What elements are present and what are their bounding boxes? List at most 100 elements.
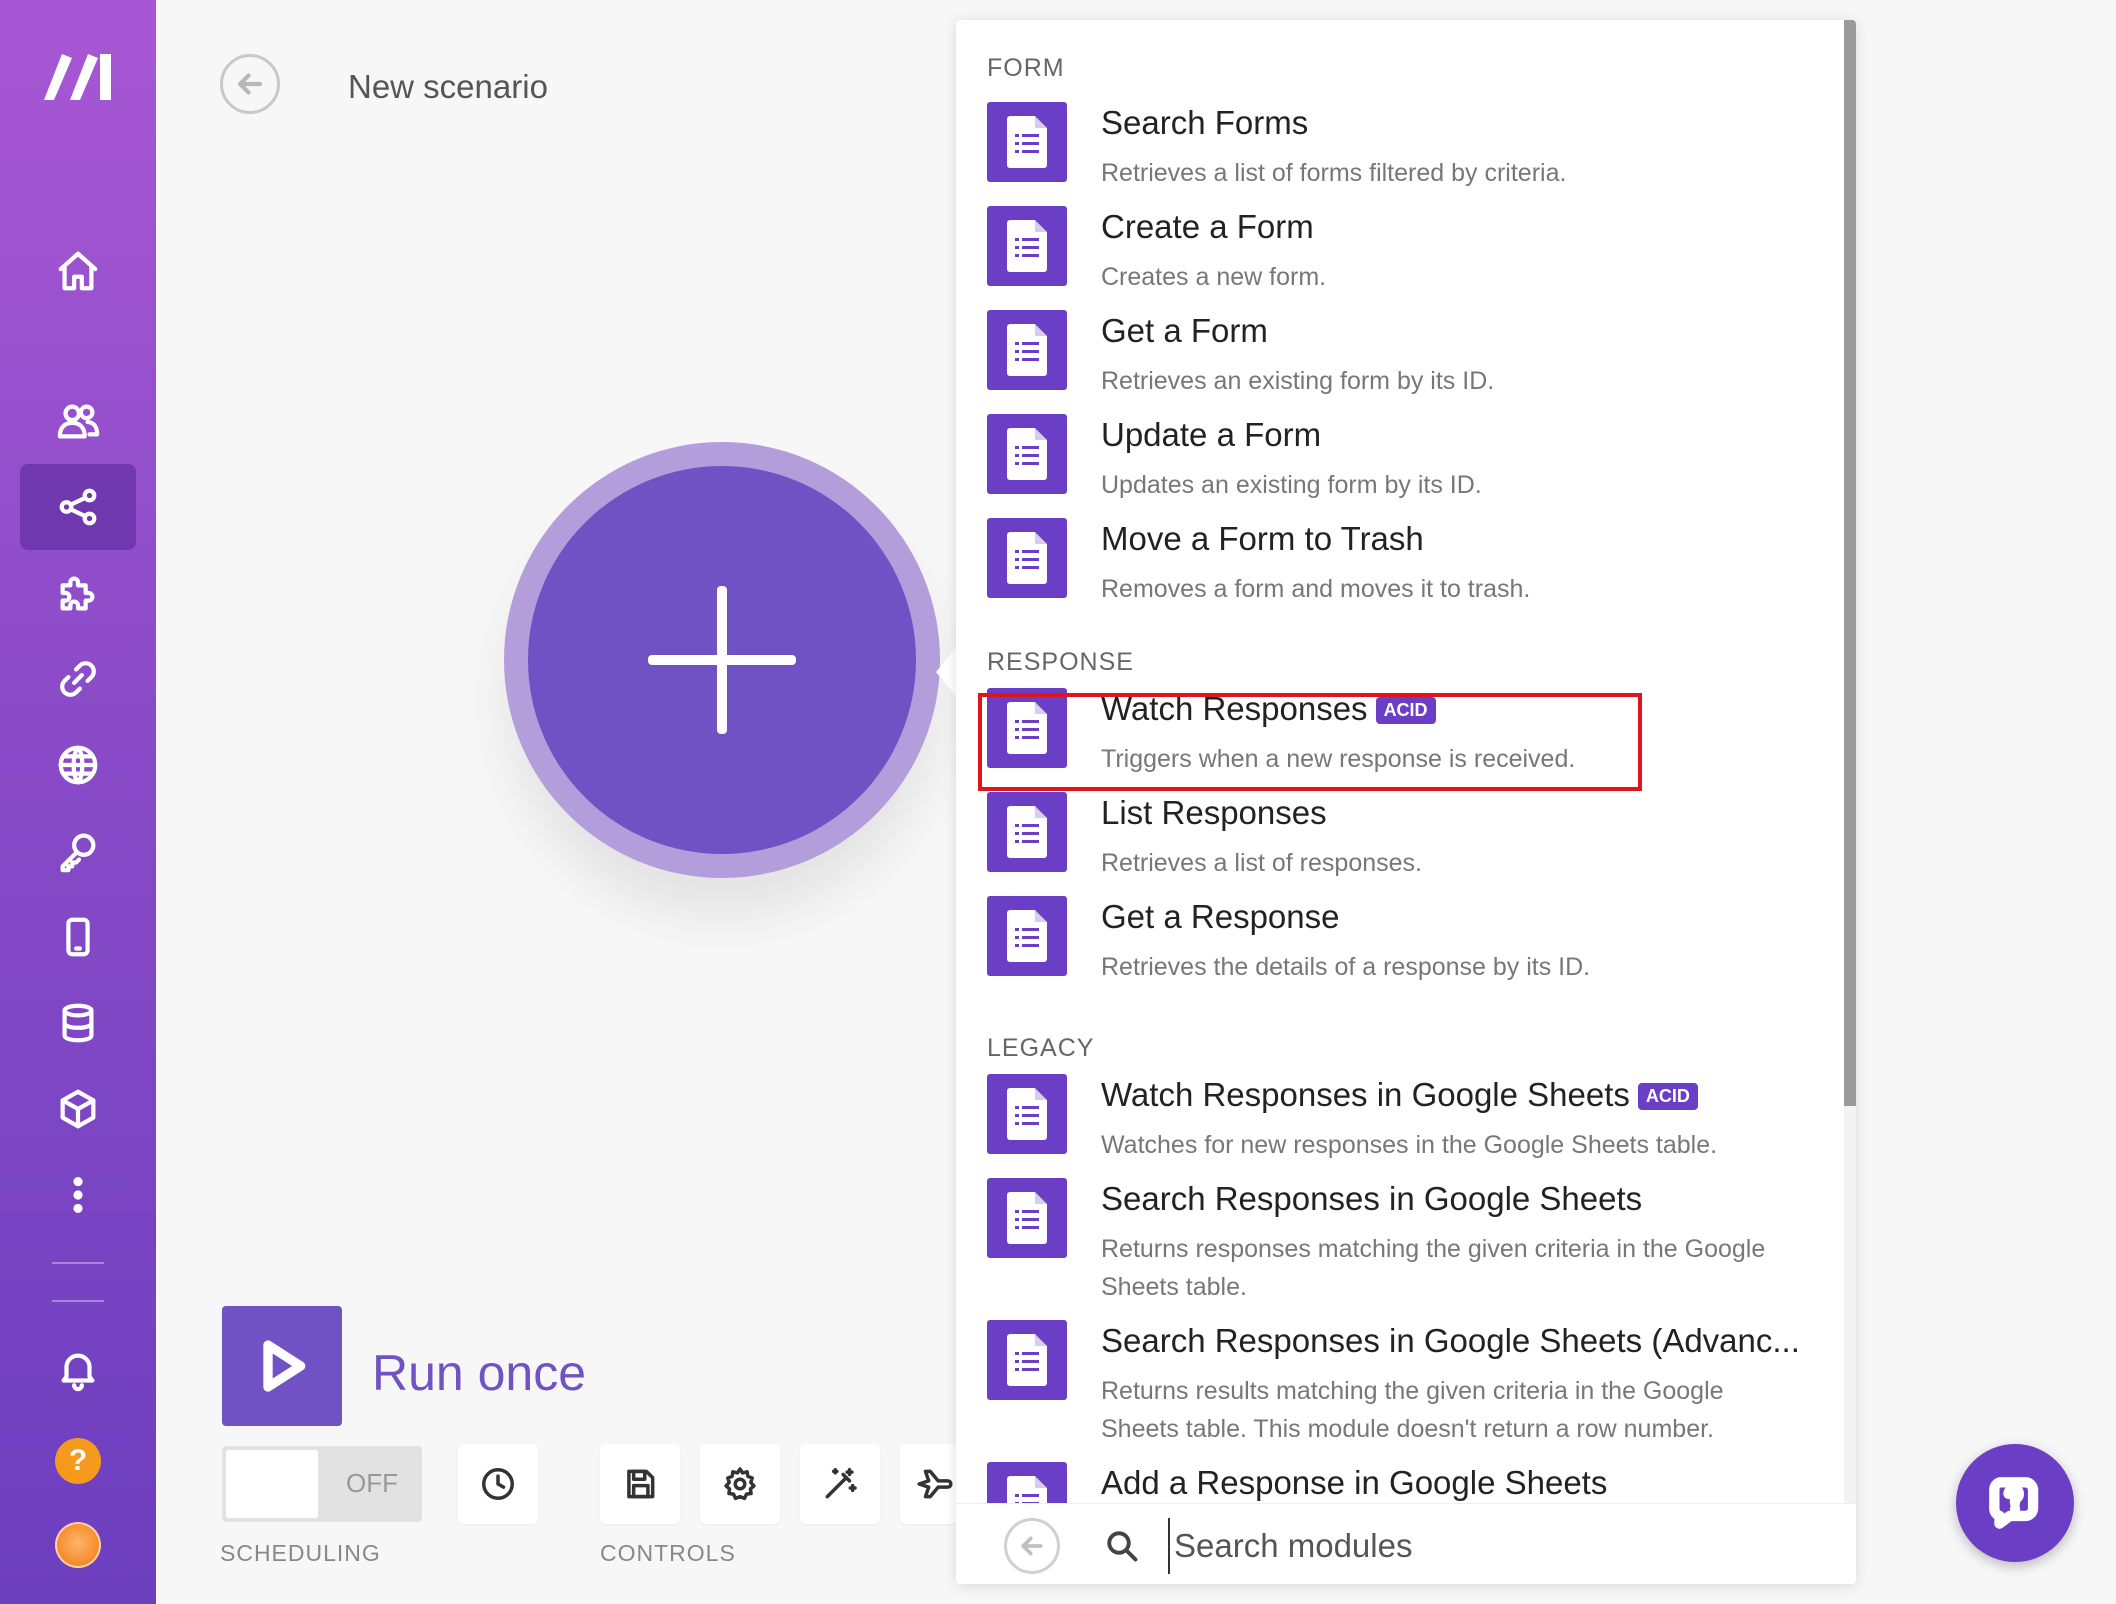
module-title-text: List Responses bbox=[1101, 794, 1327, 831]
module-title-text: Update a Form bbox=[1101, 416, 1322, 453]
scheduling-caption: SCHEDULING bbox=[220, 1540, 381, 1566]
module-title: Move a Form to Trash bbox=[1101, 520, 1424, 558]
sidebar-item-keys[interactable] bbox=[20, 808, 136, 894]
module-title-text: Search Forms bbox=[1101, 104, 1309, 141]
group-label-form: FORM bbox=[987, 54, 1065, 82]
home-icon bbox=[58, 251, 98, 291]
organization-avatar[interactable] bbox=[55, 1522, 101, 1568]
module-title-text: Get a Form bbox=[1101, 312, 1268, 349]
google-forms-icon bbox=[987, 1178, 1067, 1258]
module-description: Creates a new form. bbox=[1101, 263, 1327, 291]
group-label-legacy: LEGACY bbox=[987, 1034, 1095, 1062]
data-structures-icon bbox=[60, 1089, 96, 1129]
sidebar-item-more[interactable] bbox=[20, 1152, 136, 1238]
module-title-text: Move a Form to Trash bbox=[1101, 520, 1424, 557]
google-forms-icon bbox=[987, 206, 1067, 286]
acid-badge: ACID bbox=[1637, 1083, 1698, 1110]
make-logo[interactable] bbox=[40, 48, 116, 104]
module-description: Updates an existing form by its ID. bbox=[1101, 471, 1482, 499]
more-icon bbox=[73, 1176, 83, 1214]
sidebar-item-data-structures[interactable] bbox=[20, 1066, 136, 1152]
run-once-label[interactable]: Run once bbox=[372, 1344, 586, 1402]
google-forms-icon bbox=[987, 518, 1067, 598]
arrow-left-icon bbox=[1021, 1536, 1043, 1556]
module-title: Create a Form bbox=[1101, 208, 1314, 246]
sidebar-item-home[interactable] bbox=[20, 228, 136, 314]
auto-align-button[interactable] bbox=[800, 1444, 880, 1524]
webhooks-globe-icon bbox=[58, 745, 98, 785]
google-forms-icon bbox=[987, 102, 1067, 182]
play-icon bbox=[263, 1340, 306, 1392]
module-picker-panel: FORM RESPONSE LEGACY Search Forms Retriev… bbox=[956, 20, 1856, 1584]
module-description: Retrieves a list of forms filtered by cr… bbox=[1101, 159, 1567, 187]
module-title: List Responses bbox=[1101, 794, 1327, 832]
run-once-button[interactable] bbox=[222, 1306, 342, 1426]
arrow-left-icon bbox=[237, 73, 263, 95]
data-stores-icon bbox=[62, 1003, 94, 1043]
sidebar-item-connections[interactable] bbox=[20, 636, 136, 722]
module-title: Update a Form bbox=[1101, 416, 1321, 454]
module-title-text: Add a Response in Google Sheets bbox=[1101, 1464, 1608, 1501]
module-title: Search Responses in Google Sheets bbox=[1101, 1180, 1642, 1218]
panel-pointer bbox=[936, 648, 956, 696]
picker-back-button[interactable] bbox=[1004, 1518, 1060, 1574]
sidebar-divider bbox=[52, 1300, 104, 1302]
google-forms-icon bbox=[987, 1320, 1067, 1400]
sidebar-item-devices[interactable] bbox=[20, 894, 136, 980]
module-description: Returns responses matching the given cri… bbox=[1101, 1235, 1766, 1301]
google-forms-icon bbox=[987, 792, 1067, 872]
toggle-state: OFF bbox=[346, 1468, 398, 1498]
module-description: Retrieves an existing form by its ID. bbox=[1101, 367, 1495, 395]
save-button[interactable] bbox=[600, 1444, 680, 1524]
sidebar-item-webhooks[interactable] bbox=[20, 722, 136, 808]
module-title-text: Create a Form bbox=[1101, 208, 1314, 245]
google-forms-icon bbox=[987, 896, 1067, 976]
explain-flow-button[interactable] bbox=[900, 1444, 956, 1524]
module-description: Returns results matching the given crite… bbox=[1101, 1377, 1724, 1443]
back-button[interactable] bbox=[220, 54, 280, 114]
module-description: Watches for new responses in the Google … bbox=[1101, 1131, 1718, 1159]
sidebar-item-scenarios[interactable] bbox=[20, 464, 136, 550]
sidebar-item-templates[interactable] bbox=[20, 550, 136, 636]
plus-icon bbox=[717, 586, 727, 734]
module-title-text: Search Responses in Google Sheets (Advan… bbox=[1101, 1322, 1800, 1359]
google-forms-icon bbox=[987, 1074, 1067, 1154]
sidebar-item-data-stores[interactable] bbox=[20, 980, 136, 1066]
add-module-button[interactable] bbox=[528, 466, 916, 854]
gear-icon bbox=[724, 1467, 756, 1501]
chat-support-button[interactable] bbox=[1956, 1444, 2074, 1562]
scenarios-icon bbox=[59, 488, 97, 526]
sidebar-divider bbox=[52, 1262, 104, 1264]
module-title: Get a Form bbox=[1101, 312, 1268, 350]
scrollbar-track[interactable] bbox=[1844, 20, 1856, 1510]
module-title: Add a Response in Google Sheets bbox=[1101, 1464, 1607, 1502]
picker-footer bbox=[956, 1503, 1856, 1584]
scheduling-toggle[interactable]: OFF bbox=[222, 1446, 422, 1522]
module-title: Watch Responses in Google Sheets ACID bbox=[1101, 1076, 1698, 1114]
keys-icon bbox=[60, 833, 96, 873]
bell-icon bbox=[61, 1353, 95, 1392]
module-description: Removes a form and moves it to trash. bbox=[1101, 575, 1531, 603]
module-title-text: Watch Responses in Google Sheets bbox=[1101, 1076, 1630, 1113]
search-icon bbox=[1104, 1528, 1140, 1564]
sidebar: ? bbox=[0, 0, 156, 1604]
controls-caption: CONTROLS bbox=[600, 1540, 736, 1566]
devices-icon bbox=[66, 917, 90, 957]
templates-puzzle-icon bbox=[60, 576, 95, 611]
module-description: Retrieves a list of responses. bbox=[1101, 849, 1422, 877]
airplane-icon bbox=[917, 1469, 953, 1499]
module-description: Retrieves the details of a response by i… bbox=[1101, 953, 1591, 981]
highlight-box bbox=[978, 693, 1642, 791]
group-label-response: RESPONSE bbox=[987, 648, 1134, 676]
sidebar-item-team[interactable] bbox=[20, 378, 136, 464]
help-icon[interactable]: ? bbox=[55, 1438, 101, 1484]
scenario-settings-button[interactable] bbox=[700, 1444, 780, 1524]
sidebar-item-notifications[interactable] bbox=[20, 1326, 136, 1412]
module-title: Get a Response bbox=[1101, 898, 1339, 936]
search-modules-input[interactable] bbox=[1168, 1518, 1816, 1574]
schedule-settings-button[interactable] bbox=[458, 1444, 538, 1524]
connections-link-icon bbox=[60, 661, 96, 697]
scenario-title[interactable]: New scenario bbox=[348, 68, 548, 106]
chat-help-icon bbox=[1989, 1477, 2039, 1529]
scrollbar-thumb[interactable] bbox=[1844, 20, 1856, 1106]
